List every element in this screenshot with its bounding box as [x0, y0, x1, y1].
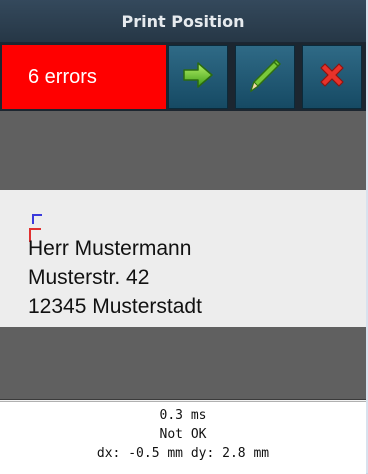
next-button[interactable] [168, 45, 228, 109]
status-offset: dx: -0.5 mm dy: 2.8 mm [96, 446, 270, 461]
address-line-street: Musterstr. 42 [28, 266, 150, 289]
edit-button[interactable] [235, 45, 295, 109]
status-panel: 0.3 ms Not OK dx: -0.5 mm dy: 2.8 mm [0, 401, 366, 474]
toolbar: 6 errors [0, 43, 366, 111]
status-time: 0.3 ms [159, 408, 207, 423]
print-preview: Herr Mustermann Musterstr. 42 12345 Must… [0, 111, 366, 400]
label-area: Herr Mustermann Musterstr. 42 12345 Must… [0, 190, 366, 327]
window-title: Print Position [121, 11, 245, 31]
error-count-badge[interactable]: 6 errors [2, 45, 166, 109]
status-result: Not OK [159, 427, 207, 442]
address-line-city: 12345 Musterstadt [28, 295, 202, 318]
x-icon [315, 58, 349, 96]
print-position-window: Print Position 6 errors Herr Mustermann … [0, 0, 368, 474]
pencil-icon [245, 55, 285, 99]
address-line-name: Herr Mustermann [28, 237, 192, 260]
address-block: Herr Mustermann Musterstr. 42 12345 Must… [28, 234, 202, 321]
arrow-right-icon [182, 61, 214, 93]
error-count-text: 6 errors [28, 65, 97, 88]
target-position-marker [32, 214, 42, 224]
title-bar: Print Position [0, 0, 366, 43]
close-button[interactable] [302, 45, 362, 109]
